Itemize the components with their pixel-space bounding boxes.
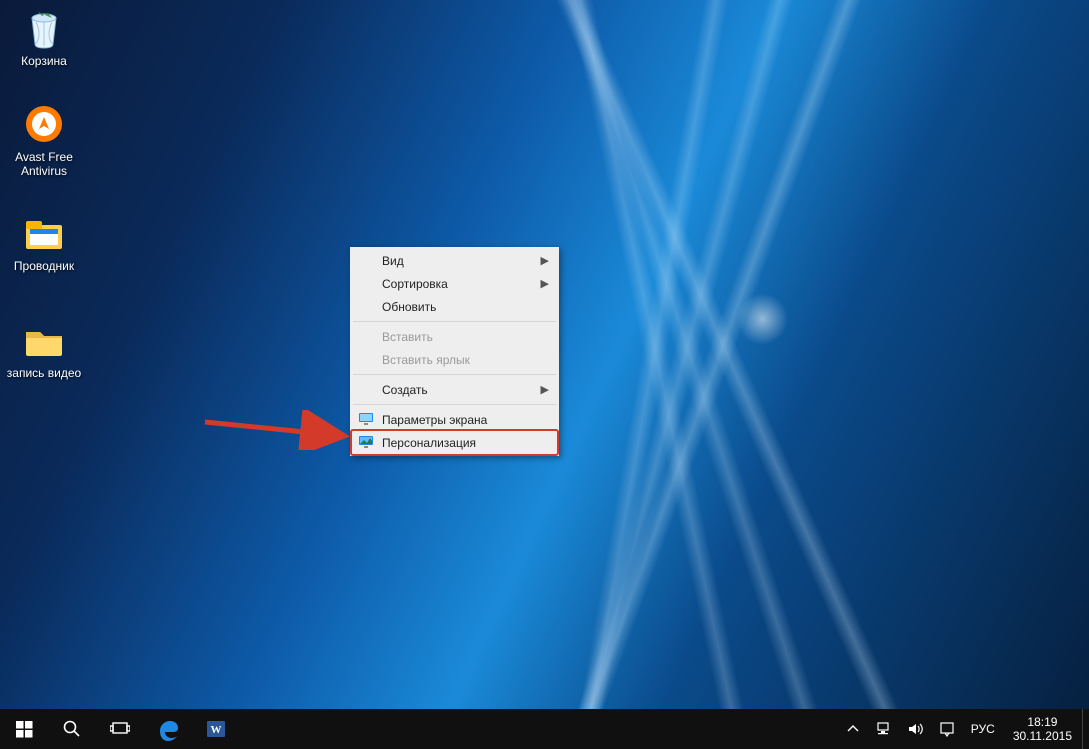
personalize-icon (358, 434, 374, 450)
menu-item-view[interactable]: Вид ▶ (352, 249, 557, 272)
taskbar-app-word[interactable]: W (192, 709, 240, 749)
tray-volume-button[interactable] (899, 709, 931, 749)
tray-overflow-button[interactable] (839, 709, 867, 749)
desktop-icon-label: запись видео (6, 366, 82, 380)
menu-item-create[interactable]: Создать ▶ (352, 378, 557, 401)
tray-language-label: РУС (971, 722, 995, 736)
menu-item-label: Создать (382, 383, 428, 397)
monitor-icon (358, 411, 374, 427)
desktop-icon-explorer[interactable]: Проводник (6, 209, 82, 273)
start-button[interactable] (0, 709, 48, 749)
menu-item-paste: Вставить (352, 325, 557, 348)
menu-separator (353, 321, 556, 322)
tray-clock[interactable]: 18:19 30.11.2015 (1003, 715, 1082, 743)
menu-item-sort[interactable]: Сортировка ▶ (352, 272, 557, 295)
menu-separator (353, 374, 556, 375)
menu-item-label: Параметры экрана (382, 413, 487, 427)
task-view-button[interactable] (96, 709, 144, 749)
annotation-arrow (200, 410, 360, 450)
folder-icon (20, 316, 68, 364)
chevron-right-icon: ▶ (541, 254, 549, 267)
tray-network-button[interactable] (867, 709, 899, 749)
recycle-bin-icon (20, 4, 68, 52)
taskbar-app-edge[interactable] (144, 709, 192, 749)
tray-date: 30.11.2015 (1013, 729, 1072, 743)
desktop-icon-folder[interactable]: запись видео (6, 316, 82, 380)
desktop-icon-recycle-bin[interactable]: Корзина (6, 4, 82, 68)
volume-icon (907, 721, 923, 737)
desktop[interactable]: Корзина Avast Free Antivirus Проводник (0, 0, 1089, 709)
file-explorer-icon (20, 209, 68, 257)
menu-item-label: Персонализация (382, 436, 476, 450)
search-icon (63, 720, 81, 738)
menu-item-label: Обновить (382, 300, 436, 314)
edge-icon (156, 717, 180, 741)
tray-notifications-button[interactable] (931, 709, 963, 749)
menu-item-personalize[interactable]: Персонализация (352, 431, 557, 454)
tray-time: 18:19 (1013, 715, 1072, 729)
tray-language-button[interactable]: РУС (963, 709, 1003, 749)
chevron-right-icon: ▶ (541, 277, 549, 290)
desktop-icon-label: Avast Free Antivirus (6, 150, 82, 178)
menu-item-paste-shortcut: Вставить ярлык (352, 348, 557, 371)
menu-separator (353, 404, 556, 405)
menu-item-refresh[interactable]: Обновить (352, 295, 557, 318)
windows-logo-icon (16, 721, 33, 738)
task-view-icon (110, 721, 130, 737)
avast-icon (20, 100, 68, 148)
desktop-icon-label: Проводник (6, 259, 82, 273)
svg-text:W: W (211, 724, 222, 736)
taskbar: W РУС (0, 709, 1089, 749)
notifications-icon (939, 721, 955, 737)
network-icon (875, 721, 891, 737)
menu-item-label: Вставить (382, 330, 433, 344)
search-button[interactable] (48, 709, 96, 749)
desktop-icon-label: Корзина (6, 54, 82, 68)
system-tray: РУС 18:19 30.11.2015 (839, 709, 1089, 749)
chevron-up-icon (847, 723, 859, 735)
menu-item-display-settings[interactable]: Параметры экрана (352, 408, 557, 431)
desktop-icon-avast[interactable]: Avast Free Antivirus (6, 100, 82, 178)
menu-item-label: Сортировка (382, 277, 448, 291)
chevron-right-icon: ▶ (541, 383, 549, 396)
word-icon: W (205, 718, 227, 740)
menu-item-label: Вид (382, 254, 404, 268)
show-desktop-button[interactable] (1082, 709, 1089, 749)
menu-item-label: Вставить ярлык (382, 353, 470, 367)
context-menu: Вид ▶ Сортировка ▶ Обновить Вставить Вст… (350, 247, 559, 456)
